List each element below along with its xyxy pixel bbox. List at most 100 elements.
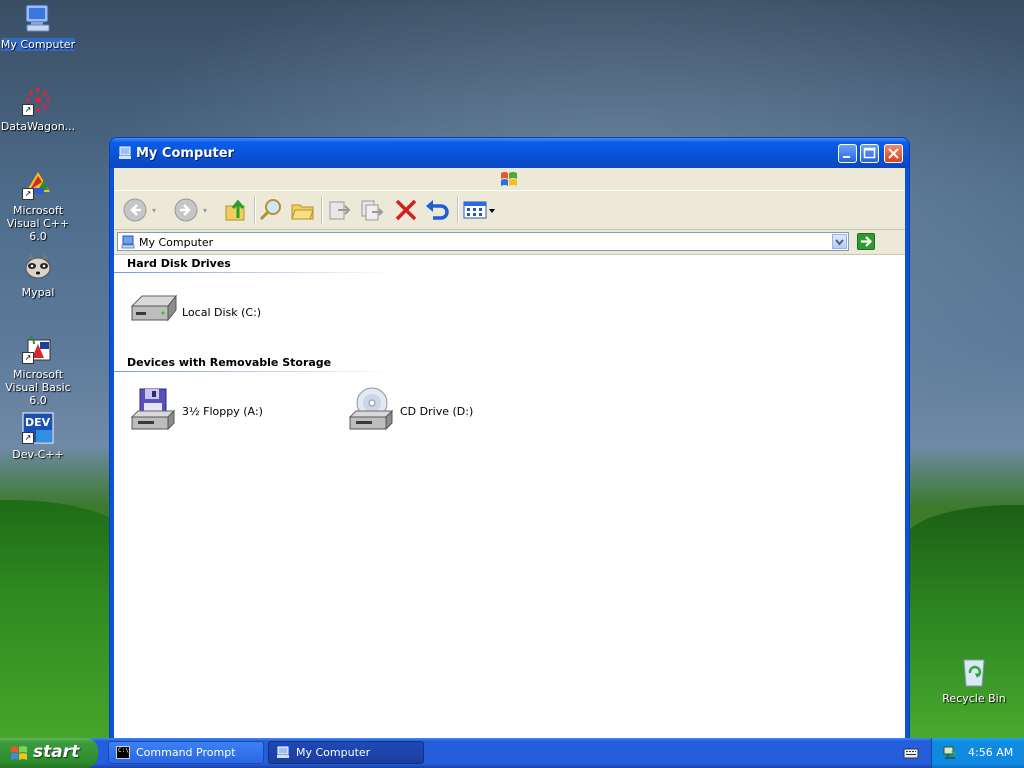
group-heading-hard-disk-drives: Hard Disk Drives xyxy=(127,257,231,270)
toolbar-separator xyxy=(321,197,323,223)
copy-to-button[interactable] xyxy=(358,196,386,224)
menu-bar xyxy=(114,168,905,191)
cd-drive-icon xyxy=(348,387,394,431)
cmd-icon-text: C:\ xyxy=(118,747,129,754)
up-button[interactable] xyxy=(222,196,250,224)
dev-badge-text: DEV xyxy=(25,416,51,429)
desktop-icon-label: DataWagon... xyxy=(0,120,76,133)
window-client: ▾ ▾ My Computer Hard Disk Drives Local D… xyxy=(114,168,905,738)
back-dropdown-icon[interactable]: ▾ xyxy=(152,206,156,215)
taskbar-button-my-computer[interactable]: My Computer xyxy=(268,741,424,764)
desktop-icon-visual-cpp[interactable]: ↗ Microsoft Visual C++ 6.0 xyxy=(0,168,76,243)
address-bar: My Computer xyxy=(114,230,905,255)
views-button[interactable] xyxy=(462,196,498,224)
delete-icon xyxy=(395,199,417,221)
desktop-icon-datawagon[interactable]: ↗ DataWagon... xyxy=(0,84,76,133)
address-field[interactable]: My Computer xyxy=(117,232,849,251)
file-pane: Hard Disk Drives Local Disk (C:) Devices… xyxy=(114,255,905,738)
group-heading-removable-storage: Devices with Removable Storage xyxy=(127,356,332,369)
floppy-drive-icon xyxy=(130,388,176,431)
windows-flag-icon xyxy=(11,746,27,760)
move-to-icon xyxy=(329,201,351,220)
computer-icon xyxy=(22,2,54,34)
visual-cpp-icon: ↗ xyxy=(22,168,54,200)
desktop-icon-visual-basic[interactable]: ↗ Microsoft Visual Basic 6.0 xyxy=(0,332,76,407)
up-folder-icon xyxy=(225,199,245,221)
drive-label: 3½ Floppy (A:) xyxy=(182,405,263,418)
visual-basic-icon: ↗ xyxy=(22,332,54,364)
toolbar-separator xyxy=(457,197,459,223)
address-text: My Computer xyxy=(139,236,214,249)
taskbar-button-label: My Computer xyxy=(296,746,371,759)
undo-icon xyxy=(426,200,449,220)
clock[interactable]: 4:56 AM xyxy=(968,746,1013,759)
raccoon-icon xyxy=(22,250,54,282)
drive-label: CD Drive (D:) xyxy=(400,405,474,418)
computer-icon xyxy=(121,235,135,249)
computer-icon xyxy=(119,146,131,159)
keyboard-icon[interactable] xyxy=(903,746,919,760)
undo-button[interactable] xyxy=(423,196,451,224)
go-button[interactable] xyxy=(857,233,875,250)
back-icon xyxy=(123,198,147,222)
folders-button[interactable] xyxy=(289,196,317,224)
maximize-button[interactable] xyxy=(860,144,879,163)
forward-icon xyxy=(174,198,198,222)
minimize-button[interactable] xyxy=(838,144,857,163)
shortcut-arrow-icon: ↗ xyxy=(22,104,34,116)
group-divider xyxy=(114,272,394,273)
desktop-icon-label: Mypal xyxy=(21,286,55,299)
computer-icon xyxy=(277,746,289,758)
copy-to-icon xyxy=(361,200,384,221)
search-button[interactable] xyxy=(257,196,285,224)
close-button[interactable] xyxy=(884,144,903,163)
search-icon xyxy=(259,199,281,221)
back-button[interactable] xyxy=(121,196,149,224)
shortcut-arrow-icon: ↗ xyxy=(22,432,34,444)
taskbar-button-command-prompt[interactable]: C:\ Command Prompt xyxy=(108,741,264,764)
my-computer-window[interactable]: My Computer ▾ ▾ My Computer Hard Disk Dr… xyxy=(110,138,909,738)
group-divider xyxy=(114,371,394,372)
toolbar-separator xyxy=(254,197,256,223)
taskbar: start C:\ Command Prompt My Computer 4:5… xyxy=(0,738,1024,768)
command-prompt-icon: C:\ xyxy=(116,746,130,759)
network-icon[interactable] xyxy=(942,745,958,761)
system-tray: 4:56 AM xyxy=(931,738,1024,768)
datawagon-icon: ↗ xyxy=(22,84,54,116)
recycle-bin-icon xyxy=(958,656,990,688)
chevron-down-icon xyxy=(835,239,844,246)
start-label: start xyxy=(33,742,80,762)
desktop-icon-my-computer[interactable]: My Computer xyxy=(0,2,76,51)
go-arrow-icon xyxy=(861,236,873,247)
desktop-icon-label: My Computer xyxy=(0,38,76,51)
desktop-icon-label: Microsoft Visual Basic 6.0 xyxy=(5,368,71,407)
taskbar-button-label: Command Prompt xyxy=(136,746,236,759)
close-icon xyxy=(888,148,899,159)
shortcut-arrow-icon: ↗ xyxy=(22,352,34,364)
window-titlebar[interactable]: My Computer xyxy=(110,138,909,168)
minimize-icon xyxy=(843,156,850,158)
hard-disk-icon xyxy=(130,294,178,322)
forward-button[interactable] xyxy=(172,196,200,224)
maximize-icon xyxy=(863,147,876,159)
desktop-icon-dev-cpp[interactable]: DEV ↗ Dev-C++ xyxy=(0,412,76,461)
folders-icon xyxy=(291,204,314,220)
views-icon xyxy=(463,201,495,219)
delete-button[interactable] xyxy=(392,196,420,224)
desktop-icon-mypal[interactable]: Mypal xyxy=(0,250,76,299)
drive-item-cd-drive[interactable]: CD Drive (D:) xyxy=(346,387,506,437)
window-title: My Computer xyxy=(136,146,234,161)
move-to-button[interactable] xyxy=(326,196,354,224)
forward-dropdown-icon[interactable]: ▾ xyxy=(203,206,207,215)
desktop-icon-recycle-bin[interactable]: Recycle Bin xyxy=(936,656,1012,705)
start-button[interactable]: start xyxy=(0,738,98,768)
windows-flag-icon xyxy=(501,172,517,186)
drive-item-local-disk[interactable]: Local Disk (C:) xyxy=(128,288,288,338)
desktop-icon-label: Microsoft Visual C++ 6.0 xyxy=(6,204,70,243)
drive-item-floppy[interactable]: 3½ Floppy (A:) xyxy=(128,387,288,437)
dev-cpp-icon: DEV ↗ xyxy=(22,412,54,444)
drive-label: Local Disk (C:) xyxy=(182,306,262,319)
desktop-icon-label: Dev-C++ xyxy=(12,448,64,461)
desktop-icon-label: Recycle Bin xyxy=(942,692,1006,705)
address-dropdown-button[interactable] xyxy=(832,234,847,249)
